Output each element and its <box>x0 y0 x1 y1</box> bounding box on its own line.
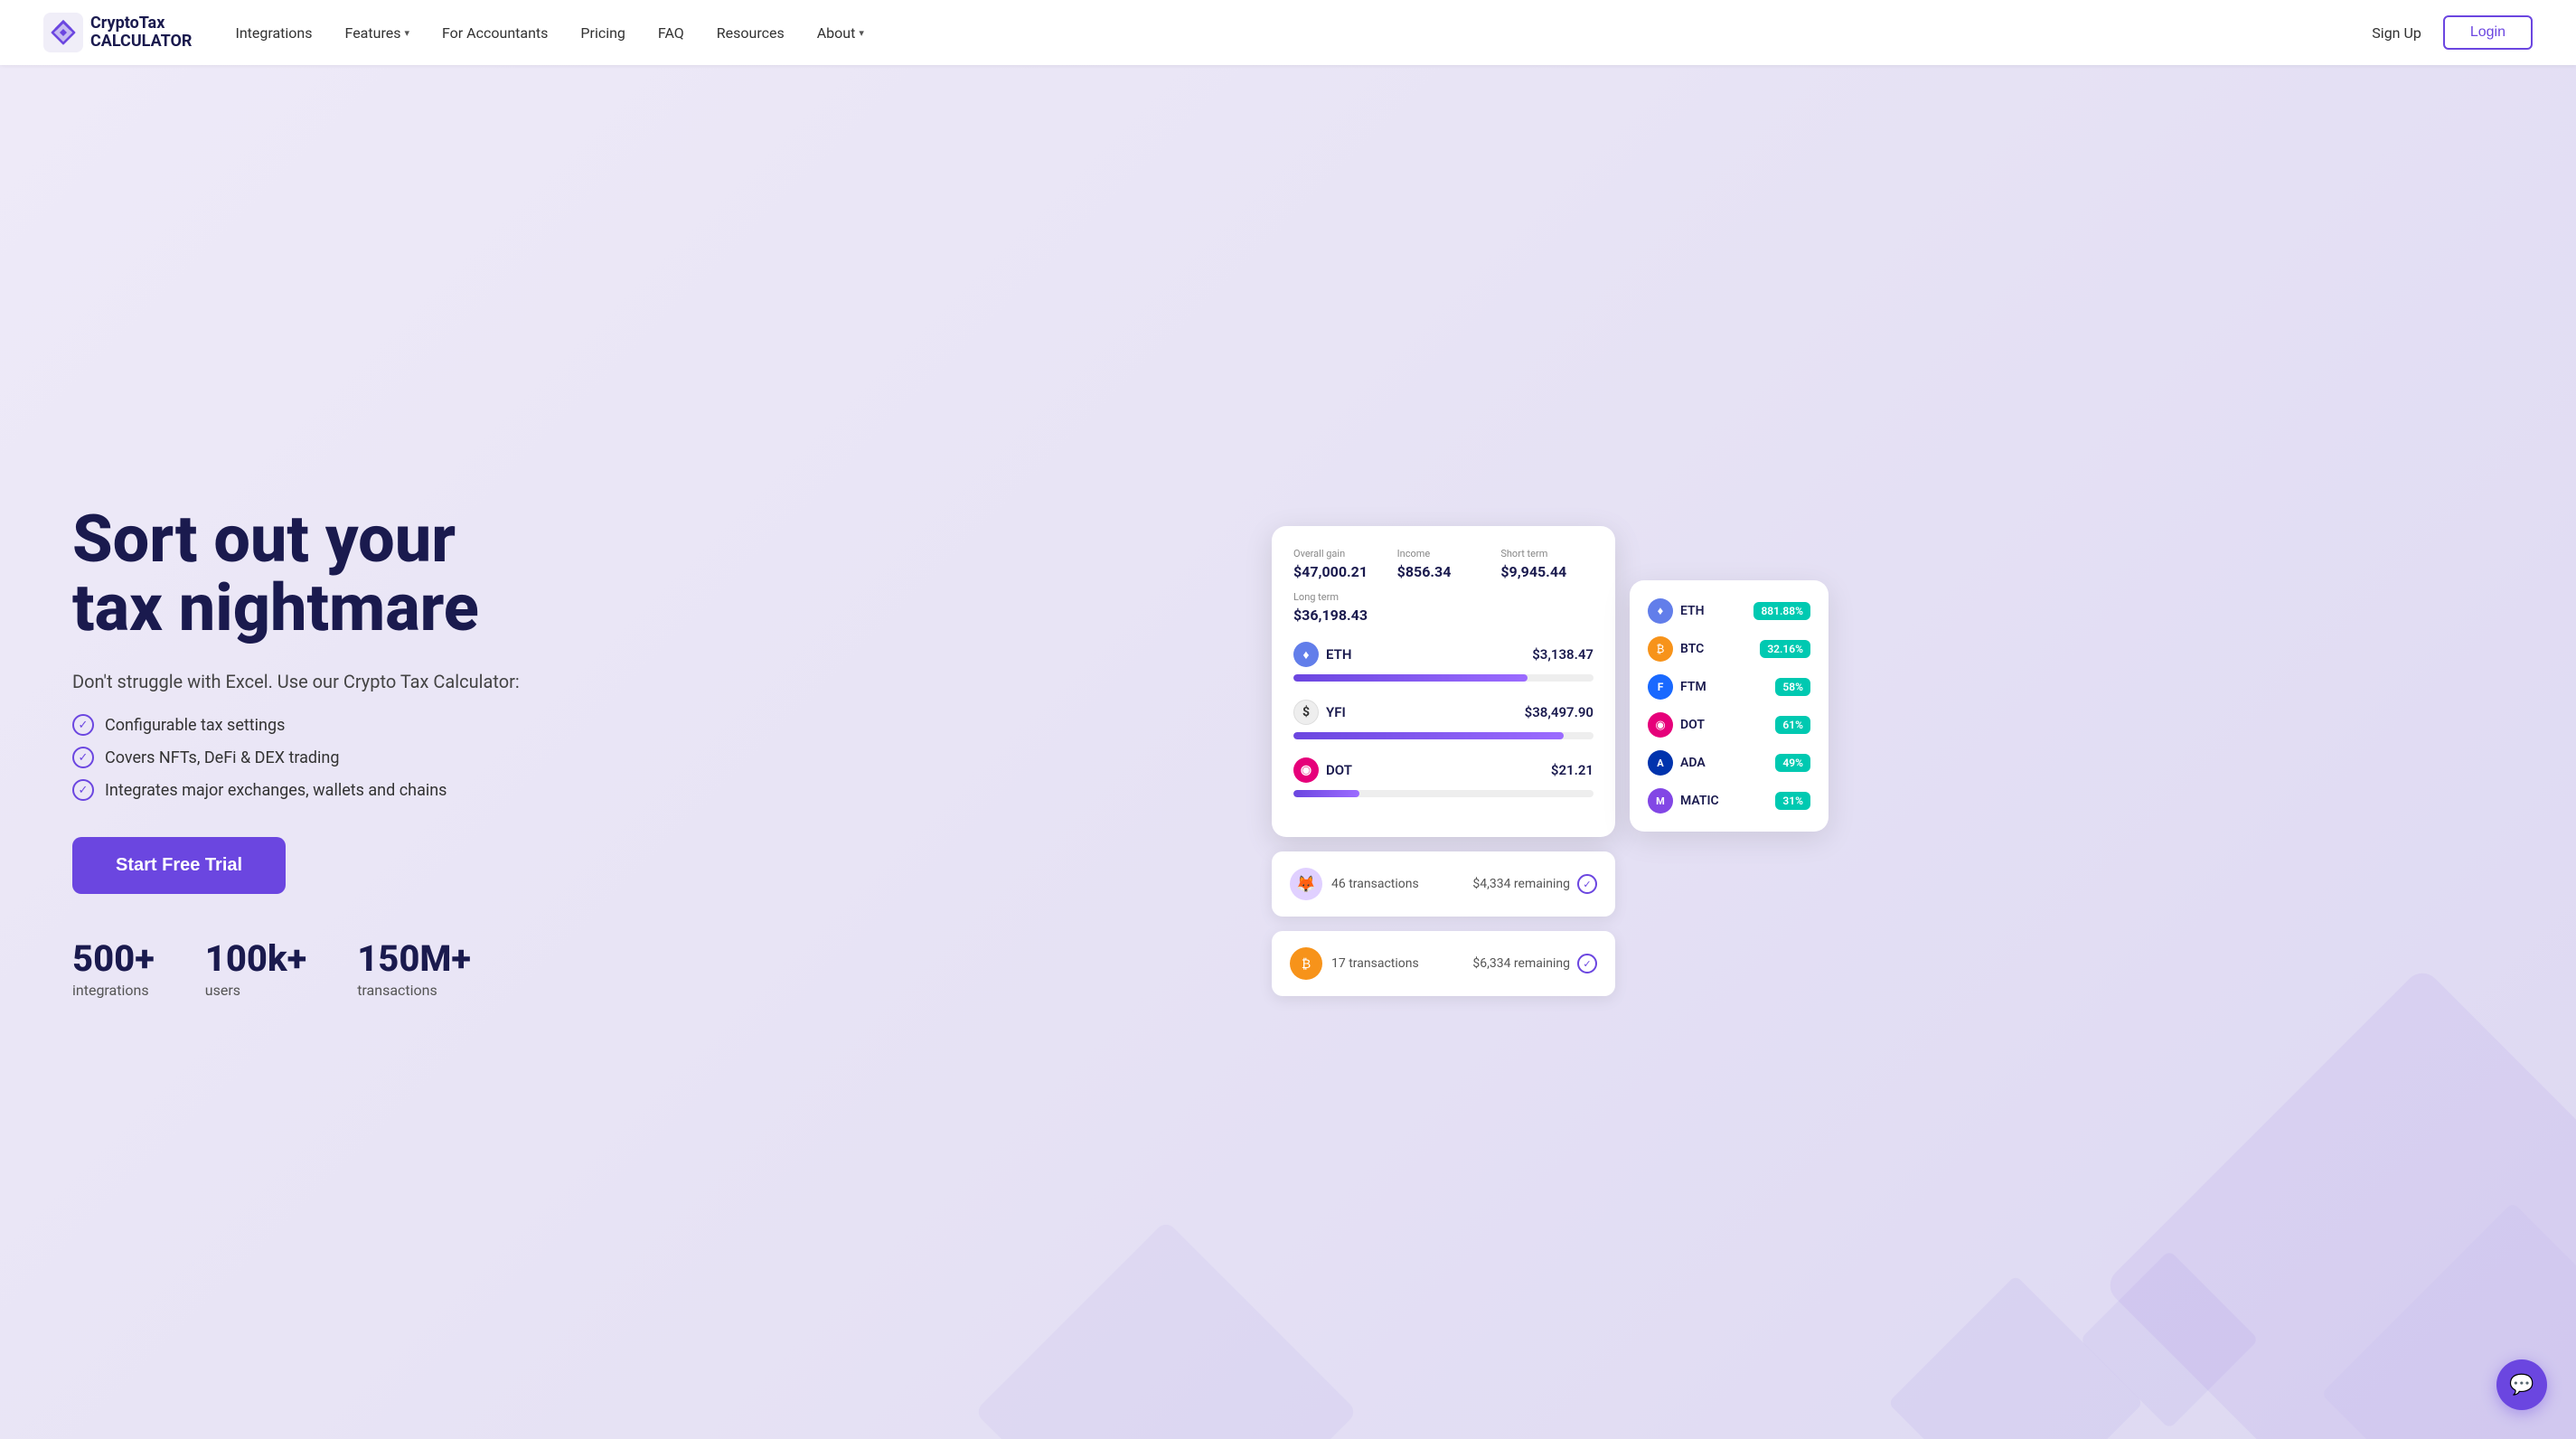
stat-integrations-number: 500+ <box>72 937 155 980</box>
check-icon-2: ✓ <box>72 747 94 768</box>
summary-row: Overall gain $47,000.21 Income $856.34 S… <box>1293 548 1594 624</box>
check-icon-1: ✓ <box>72 714 94 736</box>
nav-accountants[interactable]: For Accountants <box>442 24 548 42</box>
features-chevron-icon: ▾ <box>404 27 409 39</box>
gain-ftm-icon: F <box>1648 674 1673 700</box>
summary-income: Income $856.34 <box>1397 548 1490 580</box>
chat-button[interactable]: 💬 <box>2496 1359 2547 1410</box>
gain-row-dot: ◉ DOT 61% <box>1648 712 1810 738</box>
nav-features[interactable]: Features ▾ <box>345 24 409 42</box>
stat-transactions-label: transactions <box>357 982 471 999</box>
gain-ada-badge: 49% <box>1775 754 1810 772</box>
stat-transactions-number: 150M+ <box>357 937 471 980</box>
nav-pricing[interactable]: Pricing <box>580 24 625 42</box>
yfi-icon: $ <box>1293 700 1319 725</box>
nav-faq[interactable]: FAQ <box>658 24 684 42</box>
dot-icon: ◉ <box>1293 757 1319 783</box>
eth-progress-bar <box>1293 674 1594 682</box>
chat-icon: 💬 <box>2509 1374 2534 1397</box>
tx-check-icon-1: ✓ <box>1577 874 1597 894</box>
stat-users-number: 100k+ <box>205 937 306 980</box>
summary-long-term: Long term $36,198.43 <box>1293 591 1594 624</box>
stat-users: 100k+ users <box>205 937 306 999</box>
hero-title: Sort out your tax nightmare <box>72 505 597 642</box>
nav-integrations[interactable]: Integrations <box>235 24 312 42</box>
yfi-progress-bar <box>1293 732 1594 739</box>
login-button[interactable]: Login <box>2443 15 2533 50</box>
gain-row-ada: A ADA 49% <box>1648 750 1810 776</box>
tx-avatar-2: ₿ <box>1290 947 1322 980</box>
asset-row-dot: ◉ DOT $21.21 <box>1293 757 1594 797</box>
gain-row-btc: ₿ BTC 32.16% <box>1648 636 1810 662</box>
nav-about[interactable]: About ▾ <box>817 24 864 42</box>
dot-progress-bar <box>1293 790 1594 797</box>
hero-right: Overall gain $47,000.21 Income $856.34 S… <box>597 508 2504 996</box>
gain-eth-icon: ♦ <box>1648 598 1673 624</box>
start-trial-button[interactable]: Start Free Trial <box>72 837 286 894</box>
logo[interactable]: CryptoTax CALCULATOR <box>43 13 192 52</box>
asset-row-eth: ♦ ETH $3,138.47 <box>1293 642 1594 682</box>
gain-matic-icon: M <box>1648 788 1673 814</box>
hero-subtitle: Don't struggle with Excel. Use our Crypt… <box>72 671 597 692</box>
summary-short-term: Short term $9,945.44 <box>1500 548 1594 580</box>
signup-button[interactable]: Sign Up <box>2372 24 2421 42</box>
logo-name: CryptoTax <box>90 14 192 33</box>
about-chevron-icon: ▾ <box>859 27 864 39</box>
tx-check-icon-2: ✓ <box>1577 954 1597 973</box>
feature-item-3: ✓ Integrates major exchanges, wallets an… <box>72 779 597 801</box>
gains-panel: ♦ ETH 881.88% ₿ BTC 32.16% F FTM 58% <box>1630 580 1829 832</box>
eth-icon: ♦ <box>1293 642 1319 667</box>
nav-links: Integrations Features ▾ For Accountants … <box>235 24 2372 42</box>
stat-transactions: 150M+ transactions <box>357 937 471 999</box>
nav-actions: Sign Up Login <box>2372 15 2533 50</box>
hero-left: Sort out your tax nightmare Don't strugg… <box>72 505 597 999</box>
gain-eth-badge: 881.88% <box>1753 602 1810 620</box>
feature-item-1: ✓ Configurable tax settings <box>72 714 597 736</box>
summary-overall-gain: Overall gain $47,000.21 <box>1293 548 1387 580</box>
check-icon-3: ✓ <box>72 779 94 801</box>
tx-card-2: ₿ 17 transactions $6,334 remaining ✓ <box>1272 931 1615 996</box>
tx-card-1: 🦊 46 transactions $4,334 remaining ✓ <box>1272 851 1615 917</box>
logo-sub: CALCULATOR <box>90 32 192 51</box>
gain-btc-badge: 32.16% <box>1760 640 1810 658</box>
stat-integrations: 500+ integrations <box>72 937 155 999</box>
gain-row-eth: ♦ ETH 881.88% <box>1648 598 1810 624</box>
nav-resources[interactable]: Resources <box>717 24 785 42</box>
hero-features-list: ✓ Configurable tax settings ✓ Covers NFT… <box>72 714 597 801</box>
stat-integrations-label: integrations <box>72 982 155 999</box>
gain-ftm-badge: 58% <box>1775 678 1810 696</box>
gain-row-matic: M MATIC 31% <box>1648 788 1810 814</box>
stat-users-label: users <box>205 982 306 999</box>
hero-stats: 500+ integrations 100k+ users 150M+ tran… <box>72 937 597 999</box>
asset-row-yfi: $ YFI $38,497.90 <box>1293 700 1594 739</box>
feature-item-2: ✓ Covers NFTs, DeFi & DEX trading <box>72 747 597 768</box>
gain-btc-icon: ₿ <box>1648 636 1673 662</box>
logo-icon <box>43 13 83 52</box>
tx-avatar-1: 🦊 <box>1290 868 1322 900</box>
navbar: CryptoTax CALCULATOR Integrations Featur… <box>0 0 2576 65</box>
gain-ada-icon: A <box>1648 750 1673 776</box>
gain-row-ftm: F FTM 58% <box>1648 674 1810 700</box>
gain-dot-badge: 61% <box>1775 716 1810 734</box>
gain-dot-icon: ◉ <box>1648 712 1673 738</box>
hero-section: Sort out your tax nightmare Don't strugg… <box>0 65 2576 1439</box>
gain-matic-badge: 31% <box>1775 792 1810 810</box>
dashboard-main-card: Overall gain $47,000.21 Income $856.34 S… <box>1272 526 1615 996</box>
